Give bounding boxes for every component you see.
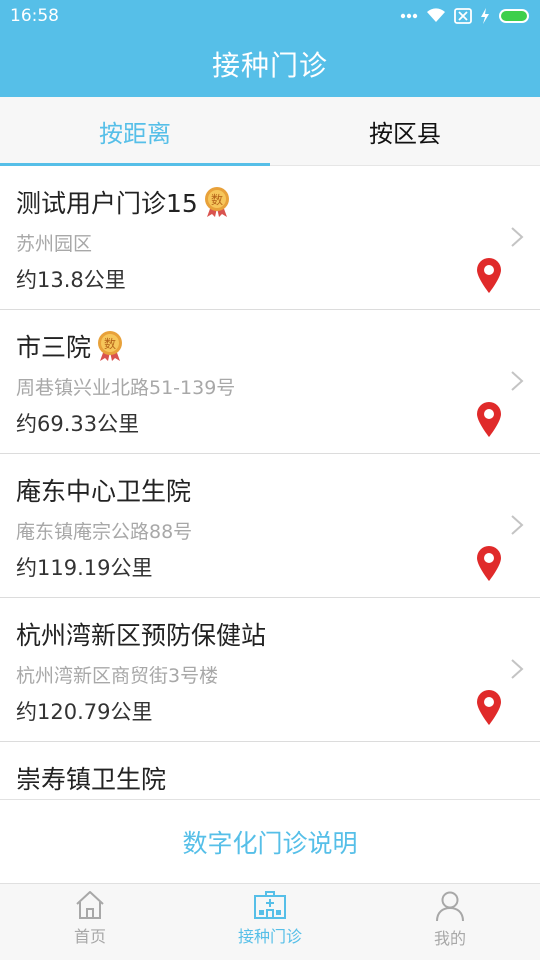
badge-label: 数 xyxy=(104,336,116,351)
clinic-address: 庵东镇庵宗公路88号 xyxy=(16,521,193,543)
list-item[interactable]: 市三院 数 周巷镇兴业北路51-139号 约69.33公里 xyxy=(0,310,540,454)
clinic-distance: 约69.33公里 xyxy=(16,412,140,436)
tab-by-distance[interactable]: 按距离 xyxy=(0,97,270,165)
home-icon xyxy=(76,891,104,919)
wifi-icon xyxy=(427,8,445,22)
clinic-name-row: 崇寿镇卫生院 xyxy=(16,760,166,796)
clinic-address: 周巷镇兴业北路51-139号 xyxy=(16,377,236,399)
person-icon xyxy=(436,891,464,922)
clinic-name: 杭州湾新区预防保健站 xyxy=(16,621,267,650)
clinic-address: 苏州园区 xyxy=(16,233,93,255)
clinic-name: 崇寿镇卫生院 xyxy=(16,765,167,794)
hospital-icon xyxy=(254,891,286,919)
screen: 16:58 接种门诊 按距离 按区县 测试用户门诊15 数 苏州园区 约13.8… xyxy=(0,0,540,960)
more-dots-icon xyxy=(400,13,418,19)
clinic-address: 杭州湾新区商贸街3号楼 xyxy=(16,665,219,687)
sort-tabs: 按距离 按区县 xyxy=(0,97,540,166)
chevron-right-icon xyxy=(511,227,524,247)
charging-icon xyxy=(481,8,489,24)
tab-by-county[interactable]: 按区县 xyxy=(270,97,540,165)
nav-label-vaccine-clinic: 接种门诊 xyxy=(237,927,302,946)
badge-label: 数 xyxy=(211,192,223,207)
clinic-distance: 约120.79公里 xyxy=(16,700,153,724)
clinic-name-row: 测试用户门诊15 数 xyxy=(16,184,232,220)
status-bar: 16:58 xyxy=(0,0,540,32)
clinic-name-row: 市三院 数 xyxy=(16,328,125,364)
status-time: 16:58 xyxy=(10,6,59,26)
page-title: 接种门诊 xyxy=(211,49,328,82)
sim-off-icon xyxy=(454,8,472,24)
clinic-name: 庵东中心卫生院 xyxy=(16,477,192,506)
clinic-name: 测试用户门诊15 xyxy=(16,189,198,218)
digital-badge-icon: 数 xyxy=(204,187,229,217)
chevron-right-icon xyxy=(511,371,524,391)
app-header: 16:58 接种门诊 xyxy=(0,0,540,97)
nav-item-home[interactable]: 首页 xyxy=(0,884,180,960)
list-item[interactable]: 杭州湾新区预防保健站 杭州湾新区商贸街3号楼 约120.79公里 xyxy=(0,598,540,742)
battery-icon xyxy=(499,9,529,23)
location-pin-icon[interactable] xyxy=(476,690,502,726)
location-pin-icon[interactable] xyxy=(476,258,502,294)
nav-label-mine: 我的 xyxy=(433,929,466,948)
clinic-name: 市三院 xyxy=(16,333,92,362)
location-pin-icon[interactable] xyxy=(476,546,502,582)
chevron-right-icon xyxy=(511,659,524,679)
clinic-name-row: 杭州湾新区预防保健站 xyxy=(16,616,266,652)
list-item[interactable]: 崇寿镇卫生院 xyxy=(0,742,540,798)
nav-item-vaccine-clinic[interactable]: 接种门诊 xyxy=(180,884,360,960)
nav-label-home: 首页 xyxy=(73,927,106,946)
digital-clinic-info-link[interactable]: 数字化门诊说明 xyxy=(0,799,540,884)
clinic-distance: 约13.8公里 xyxy=(16,268,126,292)
clinic-name-row: 庵东中心卫生院 xyxy=(16,472,191,508)
chevron-right-icon xyxy=(511,515,524,535)
location-pin-icon[interactable] xyxy=(476,402,502,438)
status-icons xyxy=(400,6,532,26)
bottom-nav: 首页 接种门诊 我的 xyxy=(0,883,540,960)
clinic-list[interactable]: 测试用户门诊15 数 苏州园区 约13.8公里 市三院 数 周巷镇兴业北路51-… xyxy=(0,166,540,798)
clinic-distance: 约119.19公里 xyxy=(16,556,153,580)
nav-item-mine[interactable]: 我的 xyxy=(360,884,540,960)
digital-badge-icon: 数 xyxy=(98,331,123,361)
list-item[interactable]: 测试用户门诊15 数 苏州园区 约13.8公里 xyxy=(0,166,540,310)
list-item[interactable]: 庵东中心卫生院 庵东镇庵宗公路88号 约119.19公里 xyxy=(0,454,540,598)
